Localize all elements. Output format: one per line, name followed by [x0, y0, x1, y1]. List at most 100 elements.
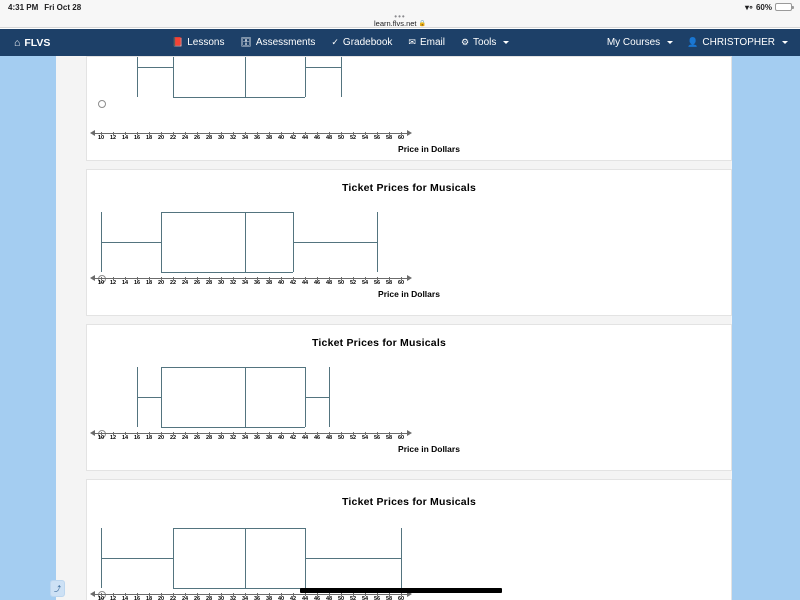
brand-flvs-home[interactable]: ⌂ FLVS — [14, 29, 50, 56]
whisker-line-lower — [101, 242, 161, 244]
lock-icon: 🔒 — [418, 21, 426, 27]
nav-item-lessons[interactable]: 📕 Lessons — [172, 37, 224, 48]
answer-option-card[interactable]: Ticket Prices for Musicals 10 12 14 16 18 20 22… — [86, 324, 732, 471]
nav-item-my-courses[interactable]: My Courses — [606, 37, 674, 48]
box-right-edge-q3 — [305, 57, 307, 97]
box-top-edge — [173, 528, 305, 530]
nav-item-gradebook[interactable]: ✓ Gradebook — [331, 37, 392, 48]
box-top-edge — [161, 367, 305, 369]
whisker-cap-max — [401, 528, 403, 588]
median-line — [245, 212, 247, 272]
answer-options-list: 10 12 14 16 18 20 22 24 26 28 30 32 34 36 38 40 42 44 46 48… — [86, 56, 732, 600]
status-date: Fri Oct 28 — [44, 2, 82, 12]
axis-title: Price in Dollars — [378, 289, 440, 299]
boxplot-title: Ticket Prices for Musicals — [342, 496, 476, 508]
boxplot-title: Ticket Prices for Musicals — [342, 182, 476, 194]
whisker-line-upper — [305, 397, 329, 399]
status-bar-left: 4:31 PM Fri Oct 28 — [8, 3, 81, 12]
book-icon: 📕 — [172, 37, 184, 47]
nav-item-email[interactable]: ✉ Email — [408, 37, 445, 48]
axis-tick-label: 60 — [397, 135, 405, 141]
scroll-to-top-button[interactable]: ⤴ — [50, 580, 65, 597]
nav-label-lessons: Lessons — [187, 37, 225, 48]
status-bar-right: ▾∘ 60% — [744, 2, 794, 12]
up-arrow-icon: ⤴ — [54, 585, 61, 593]
median-line — [245, 528, 247, 588]
battery-icon — [775, 3, 794, 11]
option-card-content: Ticket Prices for Musicals 10 12 14 16 18 20 22… — [87, 170, 731, 315]
axis-tick-label: 60 — [397, 435, 405, 441]
whisker-line-upper — [305, 558, 401, 560]
box-left-edge-q1 — [161, 212, 163, 272]
nav-label-email: Email — [419, 37, 445, 48]
box-left-edge-q1 — [161, 367, 163, 427]
nav-item-assessments[interactable]: 🗄 Assessments — [240, 37, 315, 48]
nav-label-assessments: Assessments — [255, 37, 316, 48]
page-viewport: ⤴ 10 12 14 16 18 20 22 24 26 28 30 32 34 36 38 40 42 44 46… — [0, 56, 800, 600]
option-card-content: 10 12 14 16 18 20 22 24 26 28 30 32 34 36 38 40 42 44 46 48… — [87, 57, 731, 160]
nav-item-tools[interactable]: ⚙ Tools — [460, 37, 510, 48]
address-field[interactable]: learn.flvs.net 🔒 — [374, 19, 426, 28]
whisker-line-lower — [101, 558, 173, 560]
axis-rule — [95, 433, 407, 434]
right-margin-rail — [732, 56, 800, 600]
whisker-cap-max — [341, 57, 343, 97]
brand-label: FLVS — [24, 36, 51, 49]
left-margin-rail — [0, 56, 56, 600]
box-right-edge-q3 — [293, 212, 295, 272]
chevron-down-icon — [667, 41, 674, 44]
nav-center-group: 📕 Lessons 🗄 Assessments ✓ Gradebook ✉ Em… — [172, 29, 510, 56]
median-line — [245, 367, 247, 427]
chevron-down-icon — [503, 41, 510, 44]
browser-url-bar[interactable]: ••• learn.flvs.net 🔒 — [0, 13, 800, 28]
box-bottom-edge — [161, 427, 305, 429]
axis-tick-label: 60 — [397, 280, 405, 286]
box-right-edge-q3 — [305, 528, 307, 588]
axis-rule — [95, 594, 407, 595]
nav-label-my-courses: My Courses — [606, 37, 661, 48]
axis-title: Price in Dollars — [398, 444, 460, 454]
nav-item-user-menu[interactable]: 👤 CHRISTOPHER — [687, 37, 788, 48]
boxplot-title: Ticket Prices for Musicals — [312, 337, 446, 349]
whisker-line-lower — [137, 67, 173, 69]
answer-radio-button[interactable] — [98, 100, 106, 108]
check-icon: ✓ — [331, 37, 339, 47]
whisker-line-upper — [305, 67, 341, 69]
whisker-line-lower — [137, 397, 161, 399]
chevron-down-icon — [782, 41, 788, 44]
clipboard-icon: 🗄 — [240, 37, 252, 47]
box-top-edge — [161, 212, 293, 214]
axis-rule — [95, 278, 407, 279]
answer-option-card[interactable]: Ticket Prices for Musicals 10 12 14 16 18 20 22… — [86, 479, 732, 600]
axis-rule — [95, 133, 407, 134]
answer-option-card[interactable]: 10 12 14 16 18 20 22 24 26 28 30 32 34 36 38 40 42 44 46 48… — [86, 56, 732, 161]
option-card-content: Ticket Prices for Musicals 10 12 14 16 18 20 22… — [87, 480, 731, 600]
site-navigation-bar: ⌂ FLVS 📕 Lessons 🗄 Assessments ✓ Gradebo… — [0, 29, 800, 56]
whisker-cap-max — [329, 367, 331, 427]
whisker-line-upper — [293, 242, 377, 244]
nav-label-username: CHRISTOPHER — [702, 37, 775, 48]
option-card-content: Ticket Prices for Musicals 10 12 14 16 18 20 22… — [87, 325, 731, 470]
envelope-icon: ✉ — [408, 37, 416, 47]
box-bottom-edge — [173, 97, 305, 99]
battery-percent-label: 60% — [755, 2, 772, 12]
home-icon: ⌂ — [14, 36, 21, 49]
url-text: learn.flvs.net — [373, 19, 417, 28]
box-bottom-edge — [161, 272, 293, 274]
axis-title: Price in Dollars — [398, 144, 460, 154]
gear-icon: ⚙ — [460, 37, 470, 47]
wifi-icon: ▾∘ — [744, 2, 754, 12]
nav-right-group: My Courses 👤 CHRISTOPHER — [607, 29, 788, 56]
median-line — [245, 57, 247, 97]
answer-option-card[interactable]: Ticket Prices for Musicals 10 12 14 16 18 20 22… — [86, 169, 732, 316]
whisker-cap-min — [137, 57, 139, 97]
axis-tick-label: 60 — [397, 596, 405, 600]
user-icon: 👤 — [687, 37, 699, 47]
nav-label-gradebook: Gradebook — [342, 37, 393, 48]
nav-label-tools: Tools — [473, 37, 497, 48]
box-bottom-edge — [173, 588, 305, 590]
horizontal-scrollbar[interactable] — [300, 588, 502, 593]
box-right-edge-q3 — [305, 367, 307, 427]
box-left-edge-q1 — [173, 528, 175, 588]
status-time: 4:31 PM — [8, 2, 39, 12]
